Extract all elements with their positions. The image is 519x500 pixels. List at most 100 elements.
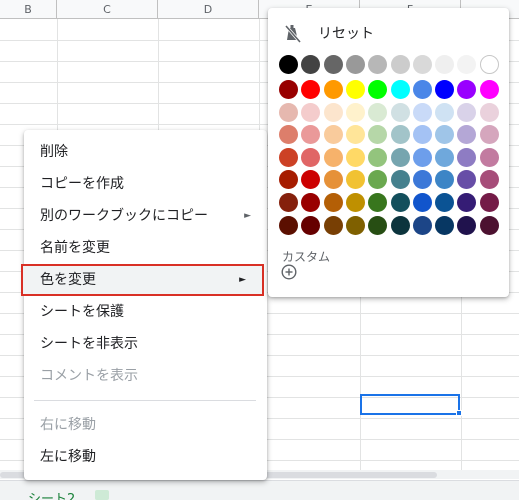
color-swatch[interactable] <box>301 80 321 99</box>
add-custom-color-icon[interactable] <box>281 264 297 280</box>
color-swatch[interactable] <box>279 193 298 212</box>
color-swatch[interactable] <box>479 102 499 122</box>
sheet-tab[interactable]: シート2 <box>28 488 75 500</box>
color-swatch[interactable] <box>345 215 365 235</box>
sheet-tab-dropdown[interactable] <box>95 490 109 500</box>
color-swatch[interactable] <box>279 125 298 145</box>
color-swatch[interactable] <box>368 215 388 235</box>
color-swatch[interactable] <box>301 125 321 145</box>
color-swatch[interactable] <box>390 170 410 190</box>
color-swatch[interactable] <box>435 193 455 212</box>
color-swatch[interactable] <box>412 193 432 212</box>
column-header-c[interactable]: C <box>57 0 158 19</box>
color-swatch[interactable] <box>279 215 298 235</box>
color-swatch[interactable] <box>368 80 388 99</box>
color-swatch[interactable] <box>368 55 388 74</box>
reset-color-button[interactable]: リセット <box>268 20 509 48</box>
color-swatch[interactable] <box>412 80 432 99</box>
selected-cell[interactable] <box>360 394 460 415</box>
color-swatch[interactable] <box>457 215 477 235</box>
color-swatch[interactable] <box>412 55 432 74</box>
color-swatch[interactable] <box>368 193 388 212</box>
color-swatch[interactable] <box>479 193 499 212</box>
menu-item-rename[interactable]: 名前を変更 <box>24 232 267 264</box>
color-swatch[interactable] <box>368 170 388 190</box>
color-swatch[interactable] <box>479 125 499 145</box>
color-swatch[interactable] <box>279 55 298 74</box>
sheet-tab-bar <box>0 480 519 500</box>
color-swatch[interactable] <box>412 125 432 145</box>
color-swatch[interactable] <box>435 170 455 190</box>
menu-item-duplicate[interactable]: コピーを作成 <box>24 168 267 200</box>
color-swatch[interactable] <box>390 125 410 145</box>
color-swatch[interactable] <box>479 55 499 74</box>
color-swatch[interactable] <box>323 80 343 99</box>
color-swatch[interactable] <box>457 193 477 212</box>
menu-item-hide-sheet[interactable]: シートを非表示 <box>24 328 267 360</box>
color-swatch[interactable] <box>457 125 477 145</box>
color-swatch[interactable] <box>412 170 432 190</box>
fill-handle[interactable] <box>456 410 462 416</box>
color-swatch[interactable] <box>435 102 455 122</box>
color-swatch[interactable] <box>390 102 410 122</box>
color-swatch[interactable] <box>457 102 477 122</box>
color-swatch[interactable] <box>390 193 410 212</box>
color-swatch[interactable] <box>435 147 455 167</box>
color-swatch[interactable] <box>323 147 343 167</box>
color-swatch[interactable] <box>279 80 298 99</box>
color-swatch[interactable] <box>390 80 410 99</box>
color-swatch[interactable] <box>345 170 365 190</box>
color-swatch[interactable] <box>323 55 343 74</box>
color-swatch[interactable] <box>457 80 477 99</box>
column-header-b[interactable]: B <box>0 0 57 19</box>
color-swatch[interactable] <box>412 147 432 167</box>
column-header-d[interactable]: D <box>158 0 259 19</box>
color-swatch[interactable] <box>435 80 455 99</box>
menu-item-label: 削除 <box>40 144 68 160</box>
color-swatch[interactable] <box>279 147 298 167</box>
color-swatch[interactable] <box>479 170 499 190</box>
color-swatch[interactable] <box>457 55 477 74</box>
menu-item-copy-to[interactable]: 別のワークブックにコピー ► <box>24 200 267 232</box>
color-swatch[interactable] <box>279 102 298 122</box>
color-swatch[interactable] <box>323 170 343 190</box>
color-swatch[interactable] <box>345 55 365 74</box>
color-swatch[interactable] <box>479 215 499 235</box>
color-swatch[interactable] <box>279 170 298 190</box>
menu-item-change-color[interactable]: 色を変更 ► <box>21 264 264 296</box>
menu-item-move-left[interactable]: 左に移動 <box>24 441 267 473</box>
color-swatch[interactable] <box>368 125 388 145</box>
color-swatch[interactable] <box>301 170 321 190</box>
color-swatch[interactable] <box>323 102 343 122</box>
color-swatch[interactable] <box>435 125 455 145</box>
menu-item-protect-sheet[interactable]: シートを保護 <box>24 296 267 328</box>
color-swatch[interactable] <box>345 147 365 167</box>
color-swatch[interactable] <box>323 125 343 145</box>
color-swatch[interactable] <box>301 102 321 122</box>
color-swatch[interactable] <box>412 102 432 122</box>
menu-item-delete[interactable]: 削除 <box>24 136 267 168</box>
color-swatch[interactable] <box>345 80 365 99</box>
color-swatch[interactable] <box>479 80 499 99</box>
color-swatch[interactable] <box>435 55 455 74</box>
color-swatch[interactable] <box>412 215 432 235</box>
color-swatch[interactable] <box>345 125 365 145</box>
color-swatch[interactable] <box>301 55 321 74</box>
color-swatch[interactable] <box>323 215 343 235</box>
color-swatch[interactable] <box>390 55 410 74</box>
menu-divider <box>34 400 256 401</box>
color-swatch[interactable] <box>457 147 477 167</box>
color-swatch[interactable] <box>368 102 388 122</box>
color-swatch[interactable] <box>301 193 321 212</box>
color-swatch[interactable] <box>457 170 477 190</box>
color-swatch[interactable] <box>323 193 343 212</box>
color-swatch[interactable] <box>479 147 499 167</box>
color-swatch[interactable] <box>368 147 388 167</box>
color-swatch[interactable] <box>345 193 365 212</box>
color-swatch[interactable] <box>390 215 410 235</box>
color-swatch[interactable] <box>435 215 455 235</box>
color-swatch[interactable] <box>390 147 410 167</box>
color-swatch[interactable] <box>301 147 321 167</box>
color-swatch[interactable] <box>345 102 365 122</box>
color-swatch[interactable] <box>301 215 321 235</box>
